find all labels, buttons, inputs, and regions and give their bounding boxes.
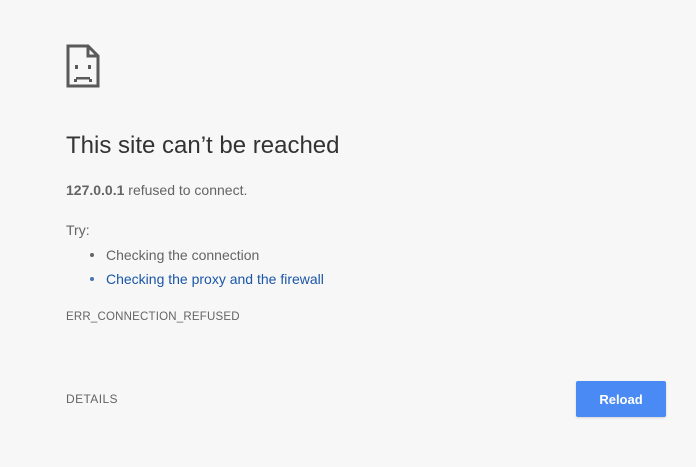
reload-button[interactable]: Reload: [576, 381, 666, 417]
error-message: 127.0.0.1 refused to connect.: [66, 182, 247, 198]
suggestion-label: Checking the connection: [106, 247, 260, 263]
suggestion-item-connection: Checking the connection: [66, 245, 324, 269]
error-message-text: refused to connect.: [124, 182, 248, 198]
host-address: 127.0.0.1: [66, 182, 125, 198]
page-title: This site can’t be reached: [66, 132, 340, 159]
try-label: Try:: [66, 222, 90, 238]
suggestions-list: Checking the connection Checking the pro…: [66, 245, 324, 293]
proxy-firewall-link[interactable]: Checking the proxy and the firewall: [106, 271, 324, 287]
suggestion-item-proxy-firewall: Checking the proxy and the firewall: [66, 269, 324, 293]
details-button[interactable]: DETAILS: [66, 392, 118, 406]
error-code: ERR_CONNECTION_REFUSED: [66, 311, 240, 323]
bullet-icon: [90, 277, 94, 281]
bullet-icon: [90, 253, 94, 257]
sad-page-icon: [66, 44, 100, 88]
